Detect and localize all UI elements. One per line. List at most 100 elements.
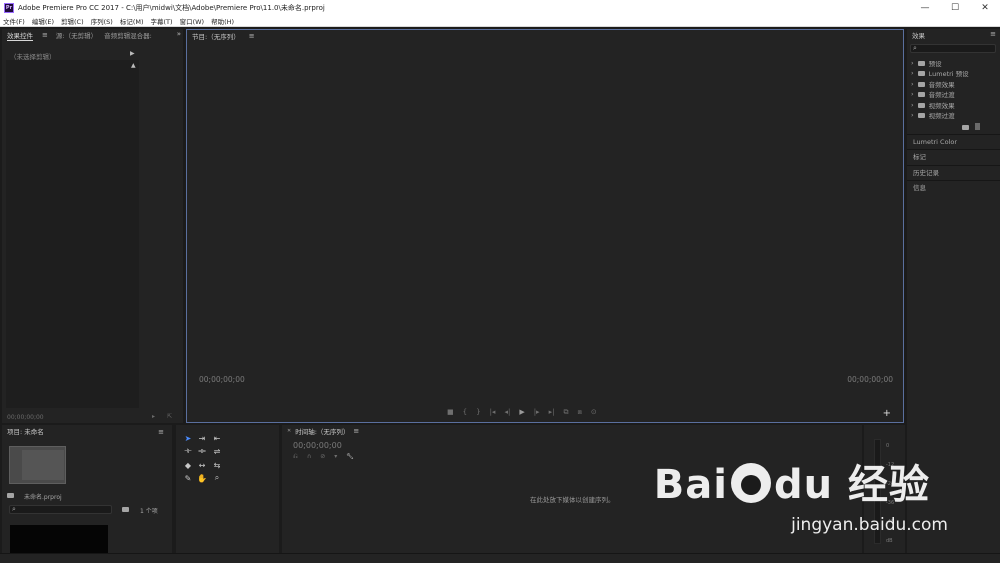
tree-label: 预设 bbox=[928, 60, 942, 68]
timeline-menu-icon[interactable]: ≡ bbox=[353, 427, 359, 435]
project-file-name: 未命名.prproj bbox=[24, 494, 62, 501]
project-title[interactable]: 项目: 未命名 bbox=[7, 426, 44, 436]
overflow-icon[interactable]: » bbox=[177, 30, 181, 38]
effect-controls-panel: 效果控件 ≡ 源:（无剪辑） 音频剪辑混合器: » ▶ （未选择剪辑） ▲ 00… bbox=[2, 29, 183, 423]
button-editor-icon[interactable]: + bbox=[883, 408, 891, 419]
new-bin-icon[interactable] bbox=[962, 125, 969, 130]
program-timecode-current[interactable]: 00;00;00;00 bbox=[199, 375, 245, 384]
watermark-brand-2: du bbox=[773, 462, 834, 508]
menu-window[interactable]: 窗口(W) bbox=[180, 16, 205, 26]
add-marker-icon[interactable]: ■ bbox=[447, 408, 454, 417]
selection-tool-icon[interactable]: ➤ bbox=[182, 432, 194, 444]
wrench-icon[interactable]: 🔧︎ bbox=[346, 453, 354, 461]
panel-menu-icon[interactable]: ≡ bbox=[42, 31, 48, 39]
effects-folder-audio-transitions[interactable]: › 音频过渡 bbox=[911, 89, 955, 99]
rolling-edit-tool-icon[interactable]: ⟚ bbox=[196, 445, 208, 457]
timeline-tool-icons: ⎌ ∩ ⊘ ▾ 🔧︎ bbox=[293, 453, 354, 461]
effects-title[interactable]: 效果 bbox=[912, 30, 925, 40]
effects-menu-icon[interactable]: ≡ bbox=[990, 30, 996, 38]
search-icon: ⌕ bbox=[913, 44, 917, 52]
project-header: 项目: 未命名 ≡ bbox=[2, 425, 172, 437]
folder-icon bbox=[917, 112, 925, 118]
play-audio-icon[interactable]: ▸ bbox=[152, 413, 155, 420]
close-icon[interactable]: ✕ bbox=[287, 428, 291, 434]
maximize-button[interactable]: ☐ bbox=[940, 0, 970, 16]
project-search-input[interactable]: ⌕ bbox=[9, 505, 112, 514]
menu-help[interactable]: 帮助(H) bbox=[211, 16, 234, 26]
timeline-title[interactable]: 时间轴:（无序列） bbox=[295, 426, 349, 436]
go-to-out-icon[interactable]: ▸| bbox=[549, 408, 555, 417]
menu-edit[interactable]: 编辑(E) bbox=[32, 16, 54, 26]
slide-tool-icon[interactable]: ⇆ bbox=[211, 459, 223, 471]
section-markers[interactable]: 标记 bbox=[907, 149, 1000, 164]
tree-label: 音频过渡 bbox=[928, 91, 955, 99]
add-marker-icon[interactable]: ▾ bbox=[334, 453, 337, 461]
transport-controls: ■ { } |◂ ◂| ▶ |▸ ▸| ⧉ ⧈ ⊙ bbox=[447, 408, 597, 417]
baidu-watermark: Bai du 经验 bbox=[654, 452, 930, 510]
effects-search-input[interactable]: ⌕ bbox=[910, 44, 996, 53]
play-icon[interactable]: ▶ bbox=[519, 408, 524, 417]
expand-arrow-icon[interactable]: ▶ bbox=[130, 50, 135, 57]
project-thumbnail[interactable] bbox=[9, 446, 66, 484]
tab-effect-controls[interactable]: 效果控件 bbox=[7, 30, 33, 41]
folder-icon bbox=[917, 81, 925, 87]
go-to-in-icon[interactable]: |◂ bbox=[490, 408, 496, 417]
chevron-right-icon: › bbox=[911, 101, 914, 109]
minimize-button[interactable]: — bbox=[910, 0, 940, 16]
step-back-icon[interactable]: ◂| bbox=[504, 408, 510, 417]
effect-controls-timecode[interactable]: 00;00;00;00 bbox=[7, 414, 44, 421]
project-file-icon bbox=[7, 493, 14, 498]
extract-icon[interactable]: ⧈ bbox=[577, 408, 581, 417]
effects-folder-lumetri-presets[interactable]: › Lumetri 预设 bbox=[911, 68, 969, 78]
menu-sequence[interactable]: 序列(S) bbox=[91, 16, 113, 26]
delete-icon[interactable] bbox=[975, 123, 980, 130]
track-select-tool-icon[interactable]: ⇥ bbox=[196, 432, 208, 444]
export-icon[interactable]: ⇱ bbox=[167, 413, 172, 420]
baidu-paw-icon bbox=[730, 463, 771, 503]
nest-icon[interactable]: ⎌ bbox=[293, 453, 298, 461]
linked-selection-icon[interactable]: ⊘ bbox=[320, 453, 325, 461]
effects-folder-presets[interactable]: › 预设 bbox=[911, 58, 942, 68]
mark-out-icon[interactable]: } bbox=[476, 408, 480, 417]
mark-in-icon[interactable]: { bbox=[463, 408, 467, 417]
tools-panel: ➤ ⇥ ⇤ ⟛ ⟚ ⇌ ◆ ↔ ⇆ ✎ ✋ ⌕ bbox=[176, 425, 279, 553]
left-panel-tabs: 效果控件 ≡ 源:（无剪辑） 音频剪辑混合器: » bbox=[2, 29, 183, 41]
lift-icon[interactable]: ⧉ bbox=[563, 408, 568, 417]
section-info[interactable]: 信息 bbox=[907, 180, 1000, 195]
effects-folder-video-effects[interactable]: › 视频效果 bbox=[911, 100, 955, 110]
section-lumetri-color[interactable]: Lumetri Color bbox=[907, 134, 1000, 149]
menu-file[interactable]: 文件(F) bbox=[3, 16, 25, 26]
hand-tool-icon[interactable]: ✋ bbox=[196, 472, 208, 484]
razor-tool-icon[interactable]: ◆ bbox=[182, 459, 194, 471]
tab-source[interactable]: 源:（无剪辑） bbox=[56, 30, 97, 40]
menu-markers[interactable]: 标记(M) bbox=[120, 16, 144, 26]
premiere-logo-icon: Pr bbox=[4, 3, 14, 13]
rate-stretch-tool-icon[interactable]: ⇌ bbox=[211, 445, 223, 457]
track-select-backward-icon[interactable]: ⇤ bbox=[211, 432, 223, 444]
scroll-up-icon[interactable]: ▲ bbox=[131, 62, 136, 69]
effects-folder-video-transitions[interactable]: › 视频过渡 bbox=[911, 110, 955, 120]
slip-tool-icon[interactable]: ↔ bbox=[196, 459, 208, 471]
effect-controls-timeline bbox=[6, 60, 139, 408]
zoom-tool-icon[interactable]: ⌕ bbox=[211, 472, 223, 484]
section-history[interactable]: 历史记录 bbox=[907, 165, 1000, 180]
tree-label: Lumetri 预设 bbox=[928, 70, 969, 78]
tab-audio-clip-mixer[interactable]: 音频剪辑混合器: bbox=[104, 30, 152, 40]
pen-tool-icon[interactable]: ✎ bbox=[182, 472, 194, 484]
timeline-timecode[interactable]: 00;00;00;00 bbox=[293, 441, 342, 450]
menu-clip[interactable]: 剪辑(C) bbox=[61, 16, 84, 26]
thumbnail-image bbox=[22, 450, 64, 480]
program-menu-icon[interactable]: ≡ bbox=[249, 32, 255, 40]
export-frame-icon[interactable]: ⊙ bbox=[591, 408, 597, 417]
step-forward-icon[interactable]: |▸ bbox=[534, 408, 540, 417]
close-button[interactable]: ✕ bbox=[970, 0, 1000, 16]
folder-icon bbox=[917, 60, 925, 66]
program-title[interactable]: 节目:（无序列） bbox=[192, 31, 240, 41]
project-menu-icon[interactable]: ≡ bbox=[158, 428, 164, 436]
item-count: 1 个项 bbox=[140, 508, 158, 515]
ripple-edit-tool-icon[interactable]: ⟛ bbox=[182, 445, 194, 457]
new-bin-icon[interactable] bbox=[122, 507, 129, 512]
effects-folder-audio-effects[interactable]: › 音频效果 bbox=[911, 79, 955, 89]
menu-title[interactable]: 字幕(T) bbox=[151, 16, 173, 26]
snap-icon[interactable]: ∩ bbox=[307, 453, 311, 461]
